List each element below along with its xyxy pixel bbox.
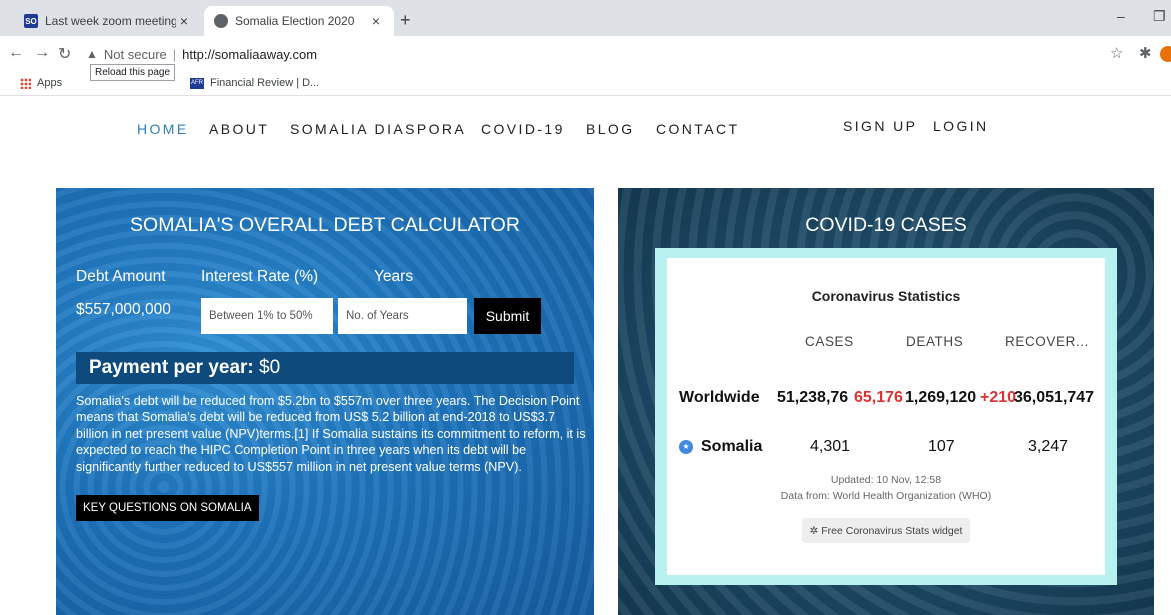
column-cases: CASES <box>805 334 854 349</box>
browser-tab-zoom-meeting[interactable]: SO Last week zoom meeting - ISOC... × <box>14 6 202 36</box>
puzzle-icon[interactable]: ✱ <box>1139 44 1152 62</box>
restore-button[interactable]: ❐ <box>1153 8 1166 25</box>
nav-sign-up[interactable]: SIGN UP <box>843 118 917 134</box>
address-bar[interactable]: ▲ Not secure | http://somaliaaway.com <box>86 42 1086 66</box>
somalia-flag-icon: ★ <box>679 440 693 454</box>
debt-calculator-panel: SOMALIA'S OVERALL DEBT CALCULATOR Debt A… <box>56 188 594 615</box>
worldwide-cases: 51,238,76 <box>777 389 849 406</box>
interest-rate-input[interactable] <box>201 298 333 334</box>
minimize-button[interactable]: – <box>1117 8 1125 24</box>
column-deaths: DEATHS <box>906 334 964 349</box>
covid-heading: COVID-19 CASES <box>805 214 967 236</box>
divider: | <box>172 46 177 62</box>
apps-grid-icon <box>20 77 31 89</box>
somalia-deaths: 107 <box>928 438 955 455</box>
forward-arrow-icon[interactable]: → <box>34 44 50 62</box>
browser-tab-somalia-election[interactable]: Somalia Election 2020 × <box>204 6 394 36</box>
payment-per-year-bar: Payment per year: $0 <box>76 352 574 384</box>
debt-description: Somalia's debt will be reduced from $5.2… <box>76 394 586 474</box>
reload-tooltip: Reload this page <box>90 64 176 81</box>
worldwide-recovered: 36,051,747 <box>1014 389 1095 406</box>
nav-home[interactable]: HOME <box>137 121 189 137</box>
debt-amount-label: Debt Amount <box>76 268 166 285</box>
afr-icon: AFR <box>190 77 204 89</box>
bookmark-label: Apps <box>37 77 63 89</box>
url-text: http://somaliaaway.com <box>182 46 318 62</box>
security-label: Not secure <box>103 46 167 62</box>
so-favicon-icon: SO <box>24 14 38 28</box>
browser-tab-bar: SO Last week zoom meeting - ISOC... × So… <box>0 0 1171 36</box>
virus-icon: ✲ <box>809 524 822 537</box>
bookmark-label: Financial Review | D... <box>210 77 320 89</box>
warning-icon: ▲ <box>86 47 98 61</box>
nav-login[interactable]: LOGIN <box>933 118 989 134</box>
worldwide-deaths: 1,269,120 <box>905 389 977 406</box>
debt-calculator-heading: SOMALIA'S OVERALL DEBT CALCULATOR <box>130 214 520 236</box>
covid-widget-frame: Coronavirus Statistics CASES DEATHS RECO… <box>655 248 1117 585</box>
worldwide-label: Worldwide <box>679 389 760 406</box>
widget-button-label: Free Coronavirus Stats widget <box>821 524 963 537</box>
star-icon[interactable]: ☆ <box>1110 44 1123 62</box>
payment-value: $0 <box>253 357 281 378</box>
worldwide-cases-delta: 65,176 <box>854 389 903 406</box>
years-label: Years <box>374 268 414 285</box>
covid-cases-panel: COVID-19 CASES Coronavirus Statistics CA… <box>618 188 1154 615</box>
avatar[interactable] <box>1160 46 1171 62</box>
somalia-label: Somalia <box>701 438 763 455</box>
interest-rate-label: Interest Rate (%) <box>201 268 319 285</box>
submit-button[interactable]: Submit <box>474 298 541 334</box>
somalia-recovered: 3,247 <box>1028 438 1069 455</box>
nav-covid-19[interactable]: COVID-19 <box>481 121 565 137</box>
back-arrow-icon[interactable]: ← <box>8 44 24 62</box>
widget-title: Coronavirus Statistics <box>811 288 961 304</box>
browser-toolbar: ← → ↻ ▲ Not secure | http://somaliaaway.… <box>0 36 1171 70</box>
key-questions-button[interactable]: KEY QUESTIONS ON SOMALIA <box>76 495 259 521</box>
bookmark-apps[interactable]: Apps <box>20 77 62 89</box>
debt-amount-value: $557,000,000 <box>76 301 171 318</box>
nav-blog[interactable]: BLOG <box>586 121 635 137</box>
tab-close-icon[interactable]: × <box>176 13 192 29</box>
nav-somalia-diaspora[interactable]: SOMALIA DIASPORA <box>290 121 466 137</box>
source-text: Data from: World Health Organization (WH… <box>780 490 992 502</box>
bookmark-financial-review[interactable]: AFR Financial Review | D... <box>190 77 319 89</box>
globe-favicon-icon <box>214 14 228 28</box>
nav-contact[interactable]: CONTACT <box>656 121 739 137</box>
tab-close-icon[interactable]: × <box>368 13 384 29</box>
column-recovered: RECOVER... <box>1005 334 1090 349</box>
tab-title: Somalia Election 2020 <box>235 14 355 28</box>
reload-icon[interactable]: ↻ <box>58 44 71 64</box>
worldwide-deaths-delta: +210 <box>980 389 1017 406</box>
updated-text: Updated: 10 Nov, 12:58 <box>830 474 942 486</box>
payment-label: Payment per year: <box>89 357 254 378</box>
coronavirus-stats-widget: Coronavirus Statistics CASES DEATHS RECO… <box>667 258 1105 575</box>
somalia-cases: 4,301 <box>810 438 851 455</box>
new-tab-button[interactable]: + <box>400 10 411 31</box>
bookmarks-bar: Apps AFR Financial Review | D... <box>0 70 1171 96</box>
tab-title: Last week zoom meeting - ISOC... <box>45 14 176 28</box>
years-input[interactable] <box>338 298 467 334</box>
free-widget-button[interactable]: ✲ Free Coronavirus Stats widget <box>802 518 970 543</box>
nav-about[interactable]: ABOUT <box>209 121 269 137</box>
